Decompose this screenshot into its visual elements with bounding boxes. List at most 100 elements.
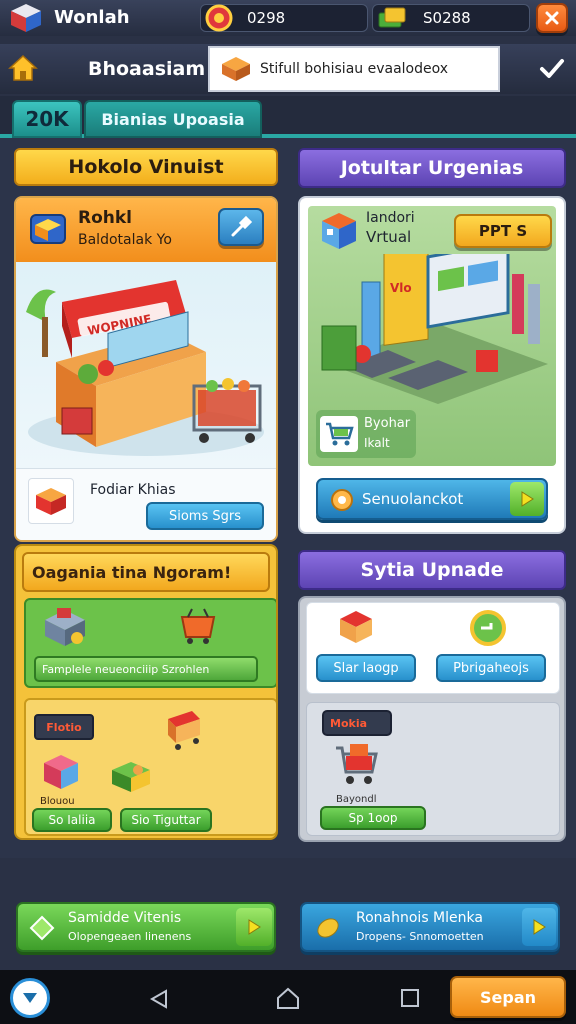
back-button[interactable] xyxy=(144,984,174,1014)
cash-counter[interactable]: S0288 xyxy=(372,4,530,32)
play-arrow-icon xyxy=(248,919,261,935)
mini-shop-card[interactable]: Flotio Blouou So Ialiia Sio Tiguttar xyxy=(24,698,276,836)
box-icon xyxy=(216,49,256,89)
wrench-icon xyxy=(231,215,253,237)
shop-badge-icon xyxy=(26,206,70,250)
shop-card-subtitle: Baldotalak Yo xyxy=(78,232,172,248)
task-card[interactable]: Famplele neueonciiip Szrohlen xyxy=(24,598,276,688)
confirm-button[interactable] xyxy=(530,48,574,90)
cart-title: Byohar xyxy=(364,416,411,431)
store-sign-text: Vlo xyxy=(390,281,412,295)
lower-sign-text: Mokia xyxy=(330,716,368,730)
upgrade-button-1-label: Slar laogp xyxy=(333,660,399,676)
detail-button-label: Sioms Sgrs xyxy=(168,508,241,524)
home-button[interactable] xyxy=(4,48,42,88)
mission-banner[interactable]: Oagania tina Ngoram! xyxy=(22,552,270,592)
cta-button[interactable]: Senuolanckot xyxy=(316,478,548,520)
cash-value: S0288 xyxy=(423,9,471,27)
coin-icon xyxy=(203,4,235,32)
upgrade-panel: Slar laogp Pbrigaheojs Mokia Bayondl Sp … xyxy=(298,596,566,842)
leaf-icon xyxy=(314,914,342,942)
register-icon xyxy=(40,606,90,650)
bottom-right-arrow[interactable] xyxy=(522,908,556,946)
back-icon xyxy=(149,989,167,1009)
tab-20k[interactable]: 20K xyxy=(12,100,82,138)
btn-tiguttar[interactable]: Sio Tiguttar xyxy=(120,808,212,832)
right-header: Jotultar Urgenias xyxy=(298,148,566,188)
play-arrow-icon xyxy=(521,491,534,507)
mission-banner-text: Oagania tina Ngoram! xyxy=(32,562,232,582)
badge-button-label: PPT S xyxy=(478,222,528,240)
virtual-card-title: Iandori xyxy=(366,210,415,226)
tab-bianias-label: Bianias Upoasia xyxy=(101,109,245,129)
os-home-button[interactable] xyxy=(272,982,304,1014)
mini-label: Blouou xyxy=(40,796,75,807)
upgrade-button-1[interactable]: Slar laogp xyxy=(316,654,416,682)
nav-action-label: Sepan xyxy=(479,987,536,1007)
search-value: Stifull bohisiau evaalodeox xyxy=(260,61,449,77)
cart-subtitle: Ikalt xyxy=(364,436,390,450)
close-button[interactable] xyxy=(536,3,568,33)
close-icon xyxy=(545,11,559,25)
nav-action-button[interactable]: Sepan xyxy=(450,976,566,1018)
tab-bianias[interactable]: Bianias Upoasia xyxy=(84,100,262,138)
crate-icon xyxy=(28,478,74,524)
coin-upgrade-icon xyxy=(468,608,508,648)
bottom-right-title: Ronahnois Mlenka xyxy=(356,910,483,926)
shop-card-title: Rohkl xyxy=(78,208,133,228)
cart-strip[interactable]: Byohar Ikalt xyxy=(316,410,416,458)
detail-label: Fodiar Khias xyxy=(90,482,176,498)
upgrade-button-2-label: Pbrigaheojs xyxy=(453,660,529,676)
virtual-card-subtitle: Vrtual xyxy=(366,228,412,246)
mission-panel: Oagania tina Ngoram! Famplele neueonciii… xyxy=(14,544,278,840)
lower-button[interactable]: Sp 1oop xyxy=(320,806,426,830)
upgrade-header: Sytia Upnade xyxy=(298,550,566,590)
detail-button[interactable]: Sioms Sgrs xyxy=(146,502,264,530)
home-outline-icon xyxy=(277,987,299,1009)
search-field[interactable]: Stifull bohisiau evaalodeox xyxy=(208,46,500,92)
bottom-left-button[interactable]: Samidde Vitenis Olopengeaen linenens xyxy=(16,902,276,952)
chevron-down-icon xyxy=(23,993,37,1003)
coin-counter[interactable]: 0298 xyxy=(200,4,368,32)
upgrade-button-2[interactable]: Pbrigaheojs xyxy=(436,654,546,682)
game-logo-icon xyxy=(8,2,44,34)
mini-sign-text: Flotio xyxy=(46,720,82,734)
bottom-right-sub: Dropens- Snnomoetten xyxy=(356,930,484,943)
store-illustration: Vlo xyxy=(308,240,556,404)
app-title: Wonlah xyxy=(54,7,130,28)
shop-card[interactable]: Rohkl Baldotalak Yo WOPNINE Fodiar Khias… xyxy=(14,196,278,542)
bottom-right-button[interactable]: Ronahnois Mlenka Dropens- Snnomoetten xyxy=(300,902,560,952)
btn-ialiia-label: So Ialiia xyxy=(48,813,96,827)
cta-arrow[interactable] xyxy=(510,482,544,516)
lower-sign: Mokia xyxy=(322,710,392,736)
diamond-icon xyxy=(28,914,56,942)
bottom-left-arrow[interactable] xyxy=(236,908,272,946)
menu-button[interactable] xyxy=(10,978,50,1018)
lower-label: Bayondl xyxy=(336,794,377,805)
building-icon xyxy=(316,210,362,254)
nav-title: Bhoaasiam xyxy=(88,58,206,80)
stall-upgrade-icon xyxy=(334,608,378,648)
bottom-left-sub: Olopengeaen linenens xyxy=(68,930,192,943)
recents-button[interactable] xyxy=(396,984,424,1012)
tab-20k-label: 20K xyxy=(25,107,69,131)
cash-icon xyxy=(375,4,409,32)
bottom-left-title: Samidde Vitenis xyxy=(68,910,182,926)
cta-label: Senuolanckot xyxy=(362,490,464,508)
coin-value: 0298 xyxy=(247,9,286,27)
btn-tiguttar-label: Sio Tiguttar xyxy=(131,813,201,827)
virtual-card[interactable]: Iandori Vrtual PPT S Vlo Byohar Ikalt Se… xyxy=(298,196,566,534)
btn-ialiia[interactable]: So Ialiia xyxy=(32,808,112,832)
stall-icon xyxy=(162,708,206,752)
edit-button[interactable] xyxy=(218,208,264,246)
left-header: Hokolo Vinuist xyxy=(14,148,278,186)
mini-sign: Flotio xyxy=(34,714,94,740)
task-button[interactable]: Famplele neueonciiip Szrohlen xyxy=(34,656,258,682)
badge-button[interactable]: PPT S xyxy=(454,214,552,248)
gear-icon xyxy=(328,486,356,514)
lower-button-label: Sp 1oop xyxy=(348,811,398,825)
cart-icon xyxy=(320,416,358,452)
play-arrow-icon xyxy=(533,919,546,935)
home-icon xyxy=(8,54,38,81)
task-button-label: Famplele neueonciiip Szrohlen xyxy=(42,662,210,676)
